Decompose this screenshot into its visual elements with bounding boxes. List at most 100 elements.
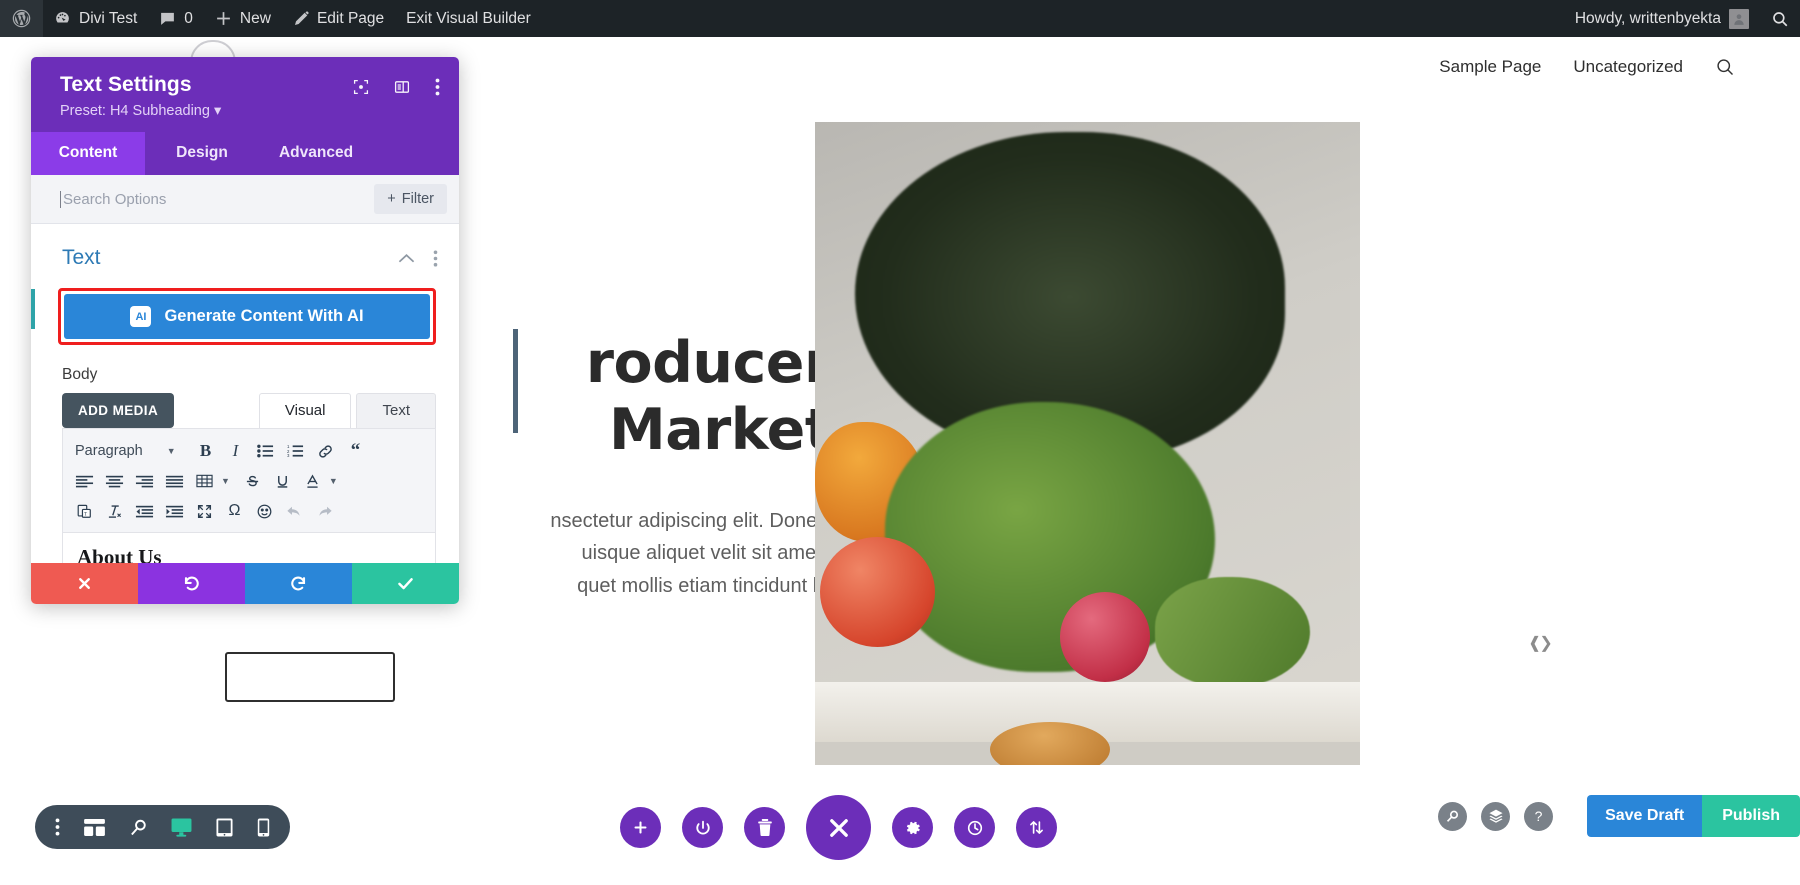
edit-page-link[interactable]: Edit Page: [282, 0, 395, 37]
comments-menu[interactable]: 0: [148, 0, 204, 37]
nav-link-sample-page[interactable]: Sample Page: [1439, 57, 1541, 77]
underline-icon[interactable]: [269, 468, 296, 495]
link-icon[interactable]: [312, 438, 339, 465]
tomato-image-part: [820, 537, 935, 647]
indent-icon[interactable]: [161, 498, 188, 525]
dashboard-icon: [54, 10, 71, 27]
more-options-icon[interactable]: [55, 818, 60, 836]
ai-icon: AI: [130, 306, 152, 327]
zoom-icon[interactable]: [1438, 801, 1468, 831]
publish-button[interactable]: Publish: [1702, 795, 1800, 837]
paragraph-format-select[interactable]: Paragraph ▼: [71, 443, 189, 459]
phone-icon[interactable]: [257, 817, 270, 837]
toolbar-row-3: T Ω: [71, 496, 427, 526]
builder-left-toolbar: [35, 805, 290, 849]
chevron-down-icon: ▼: [166, 446, 176, 456]
exit-builder-label: Exit Visual Builder: [406, 9, 531, 27]
wireframe-icon[interactable]: [83, 818, 105, 836]
tablet-icon[interactable]: [216, 818, 233, 837]
help-icon[interactable]: ?: [1524, 801, 1554, 831]
add-module-button[interactable]: [620, 807, 661, 848]
generate-content-with-ai-button[interactable]: AI Generate Content With AI: [64, 294, 430, 339]
account-menu[interactable]: Howdy, writtenbyekta: [1564, 0, 1760, 37]
modal-footer: [31, 563, 459, 604]
tab-design[interactable]: Design: [145, 132, 259, 175]
editor-content-area[interactable]: About Us: [62, 533, 436, 563]
trash-button[interactable]: [744, 807, 785, 848]
text-settings-modal: Text Settings Preset: H4 Subheading ▾ Co…: [31, 57, 459, 604]
adminbar-search-button[interactable]: [1760, 0, 1800, 37]
site-name-label: Divi Test: [79, 9, 138, 27]
publish-controls: Save Draft Publish: [1587, 795, 1800, 837]
clear-formatting-icon[interactable]: [101, 498, 128, 525]
power-button[interactable]: [682, 807, 723, 848]
undo-button[interactable]: [138, 563, 245, 604]
paste-as-text-icon[interactable]: T: [71, 498, 98, 525]
more-options-icon[interactable]: [435, 78, 440, 96]
editor-tab-text[interactable]: Text: [356, 393, 436, 428]
zoom-icon[interactable]: [129, 818, 148, 837]
align-justify-icon[interactable]: [161, 468, 188, 495]
resize-handle-icon[interactable]: ❰❯: [1528, 633, 1553, 653]
text-section-header: Text: [31, 224, 459, 288]
align-left-icon[interactable]: [71, 468, 98, 495]
text-color-icon[interactable]: [299, 468, 326, 495]
search-input[interactable]: [60, 190, 365, 208]
bulleted-list-icon[interactable]: [252, 438, 279, 465]
history-button[interactable]: [954, 807, 995, 848]
search-icon[interactable]: [1715, 57, 1735, 77]
emoji-icon[interactable]: [251, 498, 278, 525]
nav-link-uncategorized[interactable]: Uncategorized: [1573, 57, 1683, 77]
save-button[interactable]: [352, 563, 459, 604]
save-draft-button[interactable]: Save Draft: [1587, 795, 1703, 837]
filter-button[interactable]: + Filter: [374, 184, 447, 214]
settings-button[interactable]: [892, 807, 933, 848]
section-accent-marker: [31, 289, 35, 329]
exit-visual-builder-link[interactable]: Exit Visual Builder: [395, 0, 542, 37]
align-right-icon[interactable]: [131, 468, 158, 495]
cancel-button[interactable]: [31, 563, 138, 604]
hero-cta-button[interactable]: [225, 652, 395, 702]
svg-text:3: 3: [287, 453, 290, 458]
builder-right-toolbar: ? Save Draft Publish: [1438, 795, 1800, 837]
layers-icon[interactable]: [1481, 801, 1511, 831]
undo-icon[interactable]: [281, 498, 308, 525]
site-name-menu[interactable]: Divi Test: [43, 0, 148, 37]
redo-icon[interactable]: [311, 498, 338, 525]
close-builder-button[interactable]: [806, 795, 871, 860]
add-media-button[interactable]: ADD MEDIA: [62, 393, 175, 428]
wp-logo-menu[interactable]: [0, 0, 43, 37]
editor-top-row: ADD MEDIA Visual Text: [31, 393, 459, 428]
numbered-list-icon[interactable]: 123: [282, 438, 309, 465]
tab-advanced[interactable]: Advanced: [259, 132, 373, 175]
desktop-icon[interactable]: [171, 817, 192, 837]
strikethrough-icon[interactable]: [239, 468, 266, 495]
editor-tab-visual[interactable]: Visual: [258, 393, 352, 428]
chevron-down-icon[interactable]: ▼: [221, 476, 230, 486]
paragraph-format-label: Paragraph: [75, 443, 143, 459]
generate-with-ai-highlight: AI Generate Content With AI: [58, 288, 436, 345]
more-options-icon[interactable]: [433, 250, 438, 267]
wp-admin-bar: Divi Test 0 New Edit Page Exit Visual Bu…: [0, 0, 1800, 37]
new-content-menu[interactable]: New: [204, 0, 282, 37]
special-character-icon[interactable]: Ω: [221, 498, 248, 525]
search-icon: [1771, 10, 1789, 28]
chevron-up-icon[interactable]: [398, 253, 415, 264]
bold-icon[interactable]: B: [192, 438, 219, 465]
chevron-down-icon[interactable]: ▼: [329, 476, 338, 486]
avatar: [1729, 8, 1749, 29]
sort-button[interactable]: [1016, 807, 1057, 848]
blockquote-icon[interactable]: “: [342, 438, 369, 465]
redo-button[interactable]: [245, 563, 352, 604]
italic-icon[interactable]: I: [222, 438, 249, 465]
editor-content-text: About Us: [77, 545, 162, 563]
tab-content[interactable]: Content: [31, 132, 145, 175]
preset-selector[interactable]: Preset: H4 Subheading ▾: [60, 103, 439, 119]
table-icon[interactable]: [191, 468, 218, 495]
outdent-icon[interactable]: [131, 498, 158, 525]
fullscreen-icon[interactable]: [353, 79, 369, 95]
modal-tabs: Content Design Advanced: [31, 132, 459, 175]
layout-icon[interactable]: [394, 79, 410, 95]
fullscreen-icon[interactable]: [191, 498, 218, 525]
align-center-icon[interactable]: [101, 468, 128, 495]
